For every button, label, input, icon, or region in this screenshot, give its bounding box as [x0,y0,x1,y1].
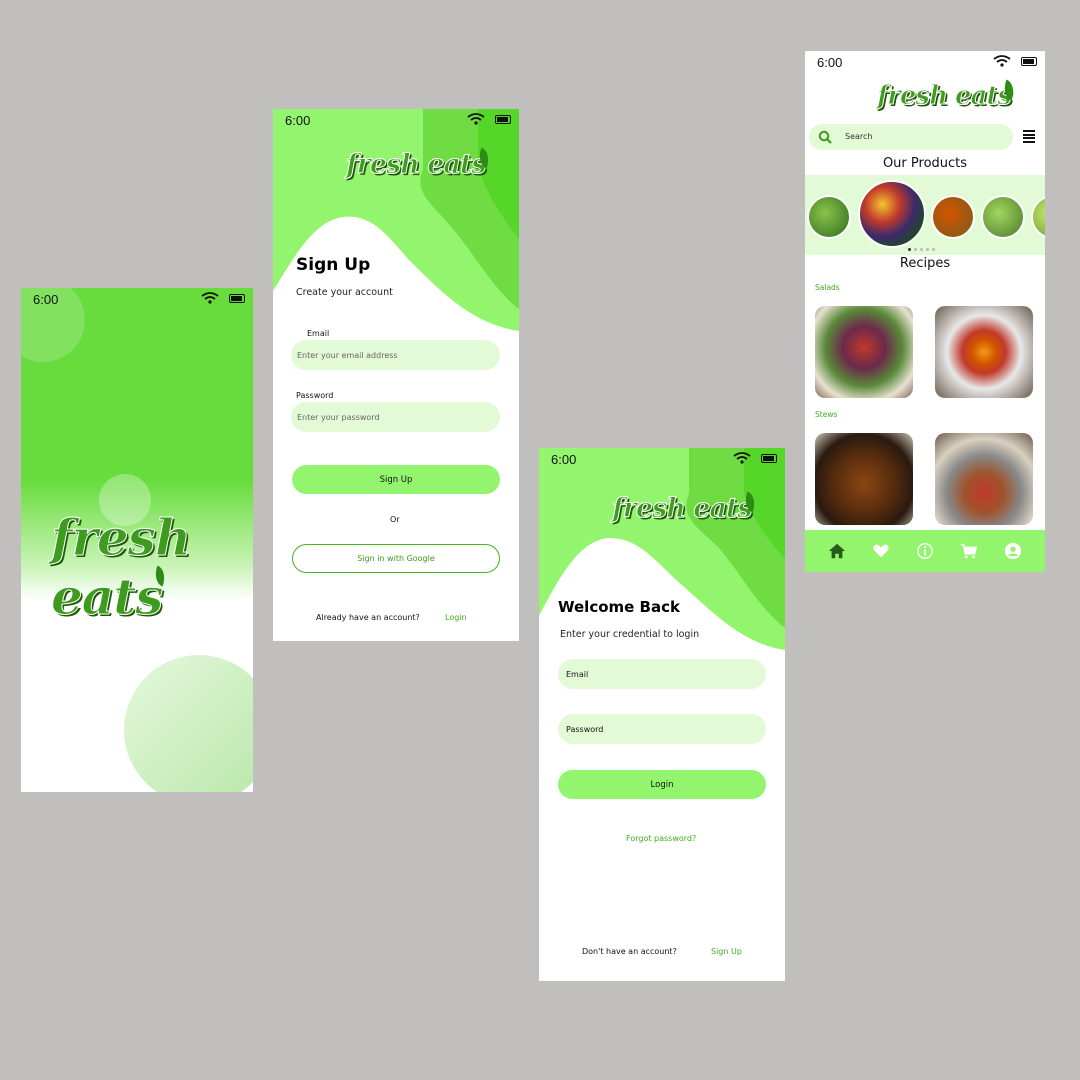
product-item[interactable] [931,195,975,239]
battery-icon [495,114,511,124]
page-subtitle: Create your account [296,287,393,298]
or-divider: Or [390,515,400,524]
status-bar: 6:00 [539,448,785,472]
recipe-card[interactable] [815,306,913,398]
header-wave [539,448,785,650]
status-bar: 6:00 [21,288,253,312]
logo-text: fresh eats [346,149,488,181]
app-logo: fresh eats [346,147,493,181]
password-placeholder: Password [566,724,604,734]
products-title: Our Products [882,156,968,171]
product-item[interactable] [981,195,1025,239]
google-signin-button[interactable]: Sign in with Google [292,544,500,573]
product-item[interactable] [1031,195,1045,239]
page-title: Sign Up [296,255,371,275]
wifi-icon [733,452,751,464]
status-time: 6:00 [551,452,577,467]
logo-text: fresh eats [876,81,1012,112]
password-placeholder: Enter your password [297,412,380,422]
battery-icon [1021,56,1037,66]
battery-icon [761,453,777,463]
page-title: Welcome Back [558,598,680,616]
status-bar: 6:00 [805,51,1045,75]
email-placeholder: Email [566,669,589,679]
status-time: 6:00 [817,55,843,70]
password-field[interactable]: Enter your password [291,402,500,432]
signup-screen: 6:00 fresh eats Sign Up Create your acco… [273,109,519,641]
heart-icon[interactable] [872,542,890,560]
category-stews[interactable]: Stews [815,410,837,419]
page-subtitle: Enter your credential to login [560,629,700,640]
recipe-card[interactable] [815,433,913,525]
wifi-icon [467,113,485,125]
forgot-password-link[interactable]: Forgot password? [626,834,696,843]
carousel-dots[interactable] [908,248,935,251]
profile-icon[interactable] [1004,542,1022,560]
login-link[interactable]: Login [445,613,467,622]
have-account-text: Already have an account? [316,613,420,622]
logo-text: fresh eats [50,508,191,627]
search-icon [818,130,832,144]
signup-link[interactable]: Sign Up [711,947,742,956]
menu-icon[interactable] [1023,130,1035,144]
search-placeholder: Search [845,132,873,141]
bottom-nav [805,530,1045,572]
recipe-card[interactable] [935,433,1033,525]
status-time: 6:00 [33,292,59,307]
status-time: 6:00 [285,113,311,128]
search-input[interactable]: Search [809,124,1013,150]
email-label: Email [307,329,330,338]
logo-text: fresh eats [612,493,754,525]
products-carousel[interactable] [805,175,1045,255]
home-screen: 6:00 fresh eats Search Our Products Reci… [805,51,1045,572]
no-account-text: Don't have an account? [582,947,677,956]
splash-screen: 6:00 fresh eats [21,288,253,792]
battery-icon [229,293,245,303]
product-item[interactable] [807,195,851,239]
password-label: Password [296,391,334,400]
login-screen: 6:00 fresh eats Welcome Back Enter your … [539,448,785,981]
info-icon[interactable] [916,542,934,560]
recipes-title: Recipes [899,256,951,271]
login-button[interactable]: Login [558,770,766,799]
wifi-icon [993,55,1011,67]
product-item[interactable] [858,180,926,248]
email-placeholder: Enter your email address [297,350,398,360]
status-bar: 6:00 [273,109,519,133]
app-logo: fresh eats [612,491,759,525]
cart-icon[interactable] [960,542,978,560]
category-salads[interactable]: Salads [815,283,840,292]
app-logo: fresh eats [50,508,253,627]
recipe-card[interactable] [935,306,1033,398]
email-field[interactable]: Email [558,659,766,689]
signup-button[interactable]: Sign Up [292,465,500,494]
password-field[interactable]: Password [558,714,766,744]
home-icon[interactable] [828,542,846,560]
wifi-icon [201,292,219,304]
app-logo: fresh eats [876,79,1018,112]
decor-circle [124,655,253,792]
email-field[interactable]: Enter your email address [291,340,500,370]
